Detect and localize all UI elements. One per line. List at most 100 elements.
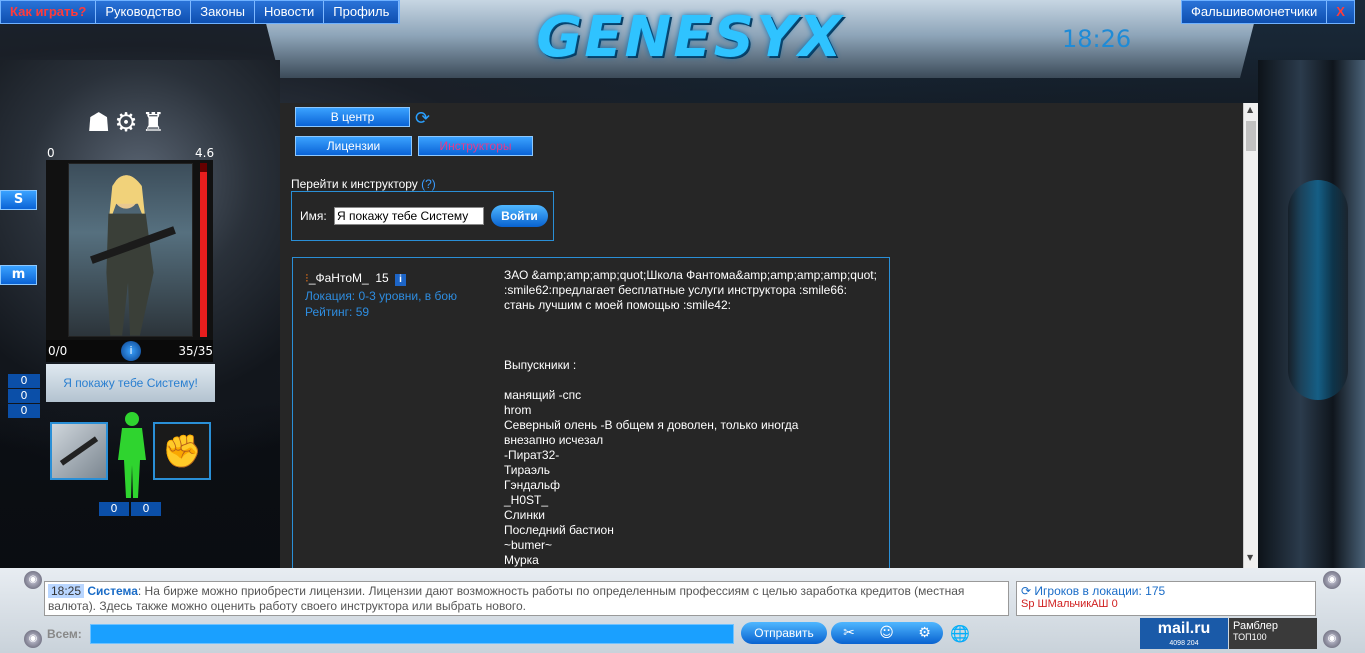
character-avatar[interactable]	[68, 163, 193, 337]
nav-profile[interactable]: Профиль	[324, 1, 400, 23]
top-nav: Как играть? Руководство Законы Новости П…	[0, 0, 401, 24]
character-icons: ☗ ⚙ ♜	[87, 108, 165, 138]
chat-input-row: Всем:	[44, 622, 1144, 646]
message-text: : На бирже можно приобрести лицензии. Ли…	[48, 584, 965, 613]
name-label: Имя:	[300, 209, 327, 223]
genesyx-logo: GENESYX	[536, 5, 844, 70]
factory-icon[interactable]: ♜	[142, 108, 165, 138]
nav-laws[interactable]: Законы	[191, 1, 255, 23]
weapon-slot[interactable]	[50, 422, 108, 480]
side-m-button[interactable]: m	[0, 265, 37, 285]
bottom-counters: 0 0	[99, 502, 161, 516]
list-item: манящий -спс	[504, 388, 582, 402]
refresh-icon[interactable]: ⟳	[415, 108, 430, 129]
body-figure-icon[interactable]	[112, 410, 152, 500]
list-item: Гэндальф	[504, 478, 561, 492]
rambler-counter[interactable]: Рамблер ТОП100	[1229, 618, 1317, 649]
instructor-name[interactable]: ⁝_ФаНтоМ_ 15 i	[305, 271, 407, 286]
list-item: Тираэль	[504, 463, 550, 477]
help-hint[interactable]: (?)	[421, 177, 436, 191]
top-nav-right: Фальшивомонетчики X	[1181, 0, 1355, 24]
close-button[interactable]: X	[1327, 1, 1354, 23]
scroll-down-icon[interactable]: ▼	[1247, 553, 1253, 562]
scroll-up-icon[interactable]: ▲	[1247, 105, 1253, 114]
players-in-location[interactable]: ⟳ Игроков в локации: 175 Sp ШМальчикАШ 0	[1016, 581, 1316, 616]
fist-icon[interactable]: ✊	[153, 422, 211, 480]
gear-icon[interactable]: ◉	[24, 571, 42, 589]
nav-counterfeiters[interactable]: Фальшивомонетчики	[1182, 1, 1328, 23]
main-scrollbar[interactable]: ▲ ▼	[1243, 103, 1258, 568]
instructor-nick[interactable]: _ФаНтоМ_	[309, 271, 369, 285]
gear-icon[interactable]: ◉	[1323, 571, 1341, 589]
graduates: Выпускники : манящий -спс hrom Северный …	[504, 358, 798, 568]
scroll-thumb[interactable]	[1246, 121, 1256, 151]
message-time: 18:25	[48, 584, 85, 598]
globe-icon[interactable]: 🌐	[950, 624, 970, 643]
goto-form: Имя: Войти	[291, 191, 554, 241]
counter: 0	[8, 374, 40, 388]
message-sender[interactable]: Система	[87, 584, 138, 598]
nav-news[interactable]: Новости	[255, 1, 325, 23]
list-item: Мурка	[504, 553, 539, 567]
nav-guide[interactable]: Руководство	[96, 1, 192, 23]
level-right: 4.6	[195, 146, 215, 160]
list-item: _H0ST_	[504, 493, 549, 507]
nav-how-to-play[interactable]: Как играть?	[1, 1, 97, 23]
hp-bar-fill	[200, 171, 207, 337]
list-item: внезапно исчезал	[504, 433, 604, 447]
scissors-icon[interactable]: ✂	[843, 625, 855, 641]
center-button[interactable]: В центр	[295, 107, 410, 127]
list-item: Северный олень -В общем я доволен, тольк…	[504, 418, 799, 432]
gears-icon[interactable]: ⚙	[918, 625, 931, 641]
instructor-description: ЗАО &amp;amp;amp;quot;Школа Фантома&amp;…	[504, 268, 877, 312]
character-stats: 0/0 i 35/35	[46, 340, 213, 362]
mailru-stats: 4098 204	[1169, 640, 1199, 647]
mailru-counter[interactable]: mail.ru 4098 204	[1140, 618, 1228, 649]
hp-bar	[200, 163, 207, 337]
list-item: hrom	[504, 403, 532, 417]
list-item: ~bumer~	[504, 538, 553, 552]
gears-icon[interactable]: ⚙	[114, 108, 137, 138]
graduates-list: манящий -спс hrom Северный олень -В обще…	[504, 388, 798, 568]
rambler-logo: Рамблер	[1233, 620, 1278, 632]
chat-channel-label: Всем:	[47, 627, 82, 641]
user-icon[interactable]: ☗	[87, 108, 110, 138]
chat-input[interactable]	[90, 624, 734, 644]
instructor-card: ⁝_ФаНтоМ_ 15 i Локация: 0-3 уровни, в бо…	[292, 257, 890, 577]
info-icon[interactable]: i	[395, 274, 407, 286]
gear-icon[interactable]: ◉	[1323, 630, 1341, 648]
gear-icon[interactable]: ◉	[24, 630, 42, 648]
graduates-title: Выпускники :	[504, 358, 577, 372]
counter: 0	[131, 502, 161, 516]
smiley-icon[interactable]: ☺	[879, 625, 894, 641]
instructors-tab[interactable]: Инструкторы	[418, 136, 533, 156]
list-item: Слинки	[504, 508, 545, 522]
enter-button[interactable]: Войти	[491, 205, 548, 227]
stat-left: 0/0	[48, 344, 68, 358]
right-decoration	[1258, 60, 1365, 570]
counter: 0	[99, 502, 129, 516]
level-left: 0	[47, 146, 55, 160]
stat-right: 35/35	[178, 344, 213, 358]
clock: 18:26	[1062, 25, 1132, 53]
chat-log[interactable]: 18:25 Система: На бирже можно приобрести…	[44, 581, 1009, 616]
player-list-item[interactable]: Sp ШМальчикАШ 0	[1021, 598, 1311, 610]
goto-instructor-label: Перейти к инструктору (?)	[291, 177, 436, 191]
instructor-name-input[interactable]	[334, 207, 484, 225]
info-icon[interactable]: i	[121, 341, 141, 361]
goto-label-text: Перейти к инструктору	[291, 177, 418, 191]
side-s-button[interactable]: S	[0, 190, 37, 210]
counters: 0 0 0	[8, 374, 40, 419]
instructor-location: Локация: 0-3 уровни, в бою	[305, 289, 457, 303]
counter: 0	[8, 389, 40, 403]
character-name[interactable]: Я покажу тебе Систему!	[46, 364, 215, 402]
list-item: Последний бастион	[504, 523, 614, 537]
send-button[interactable]: Отправить	[741, 622, 827, 644]
players-count: ⟳ Игроков в локации: 175	[1021, 584, 1166, 598]
list-item: -Пират32-	[504, 448, 560, 462]
chat-tools: ✂ ☺ ⚙	[831, 622, 943, 644]
counter: 0	[8, 404, 40, 418]
licenses-button[interactable]: Лицензии	[295, 136, 412, 156]
soldier-figure-icon	[90, 175, 176, 336]
instructor-level: 15	[375, 271, 389, 285]
